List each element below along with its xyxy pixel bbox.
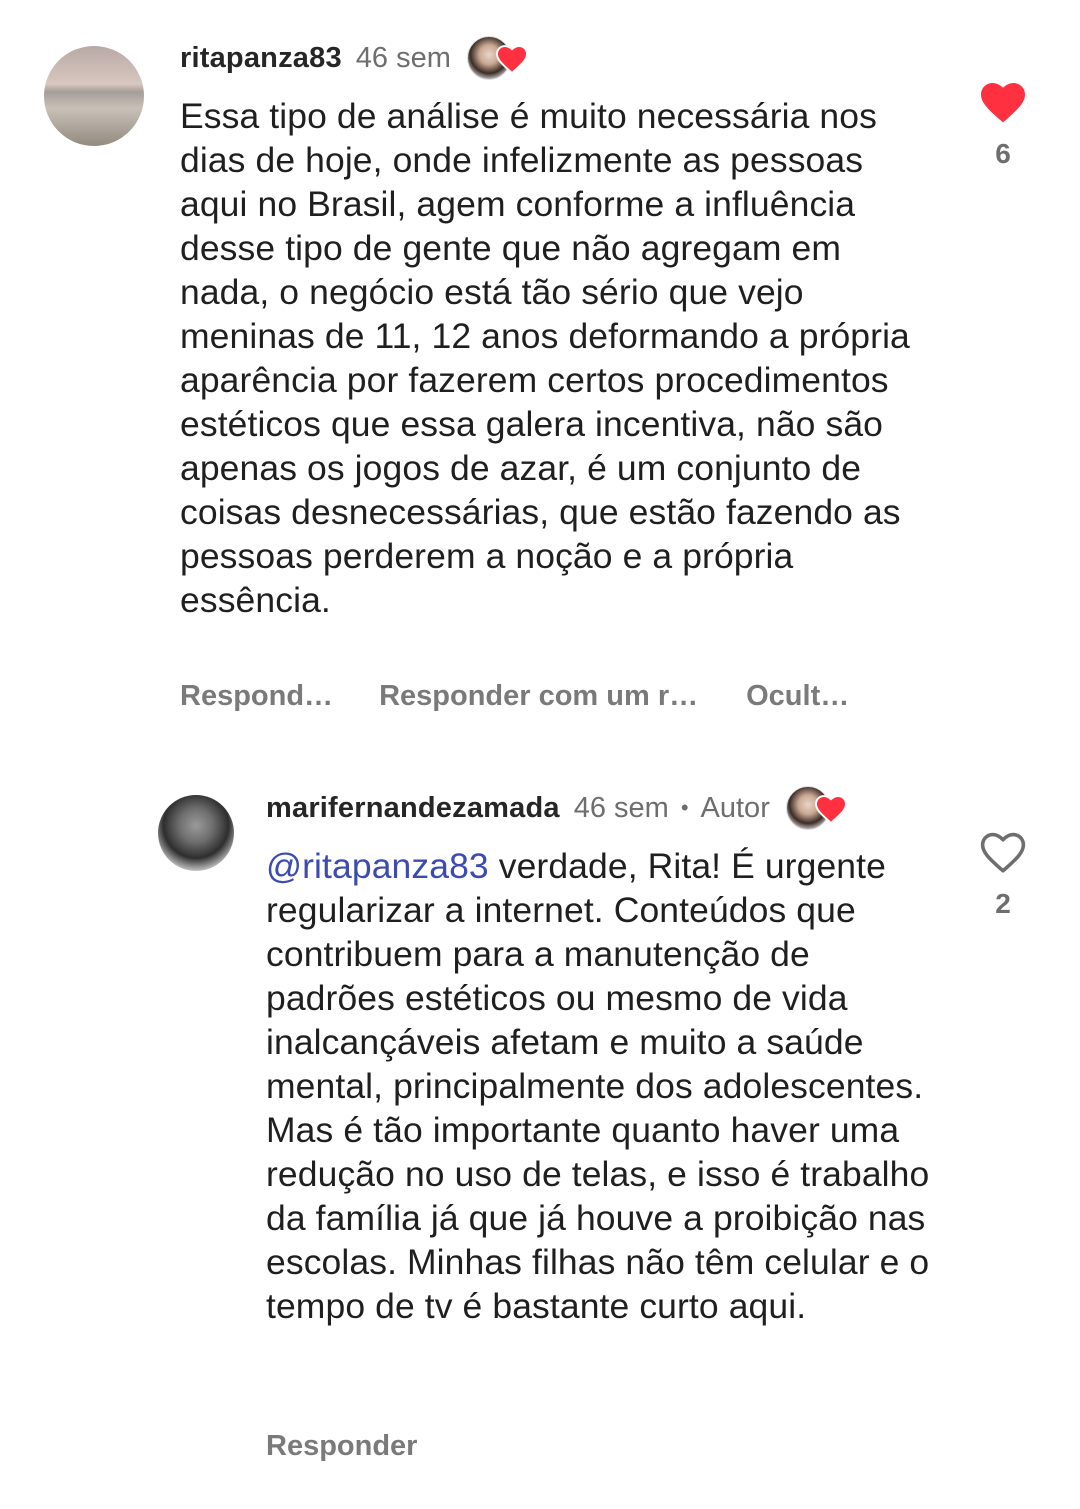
reply-button[interactable]: Respond… bbox=[180, 680, 333, 713]
avatar[interactable] bbox=[158, 795, 234, 871]
like-count: 2 bbox=[995, 888, 1011, 919]
heart-filled-icon[interactable] bbox=[979, 80, 1027, 124]
like-control: 2 bbox=[973, 830, 1033, 920]
comment-text: Essa tipo de análise é muito necessária … bbox=[180, 96, 910, 620]
reply-button[interactable]: Responder bbox=[266, 1430, 417, 1463]
creator-liked-badge bbox=[466, 36, 529, 80]
heart-outline-icon[interactable] bbox=[979, 830, 1027, 874]
comment-meta: marifernandezamada 46 sem • Autor bbox=[266, 786, 848, 830]
creator-liked-heart-icon bbox=[495, 45, 528, 74]
hide-button[interactable]: Ocult… bbox=[746, 680, 849, 713]
comment-timestamp: 46 sem bbox=[573, 791, 669, 824]
comment-timestamp: 46 sem bbox=[355, 41, 451, 74]
mention-link[interactable]: @ritapanza83 bbox=[266, 846, 489, 886]
like-control: 6 bbox=[973, 80, 1033, 170]
comment-meta: ritapanza83 46 sem bbox=[180, 36, 529, 80]
reply-with-button[interactable]: Responder com um r… bbox=[379, 680, 698, 713]
avatar[interactable] bbox=[44, 46, 144, 146]
comment-username[interactable]: marifernandezamada bbox=[266, 792, 560, 825]
like-count: 6 bbox=[995, 138, 1011, 169]
creator-liked-badge bbox=[785, 786, 848, 830]
comment-text-body: verdade, Rita! É urgente regularizar a i… bbox=[266, 846, 930, 1326]
meta-separator: • bbox=[680, 795, 689, 820]
comment-actions: Respond… Responder com um r… Ocult… bbox=[180, 680, 849, 713]
comment-text: @ritapanza83 verdade, Rita! É urgente re… bbox=[266, 844, 946, 1328]
comment-username[interactable]: ritapanza83 bbox=[180, 42, 342, 75]
creator-liked-heart-icon bbox=[814, 795, 847, 824]
author-tag: Autor bbox=[700, 791, 770, 824]
comment-actions: Responder bbox=[266, 1430, 417, 1463]
